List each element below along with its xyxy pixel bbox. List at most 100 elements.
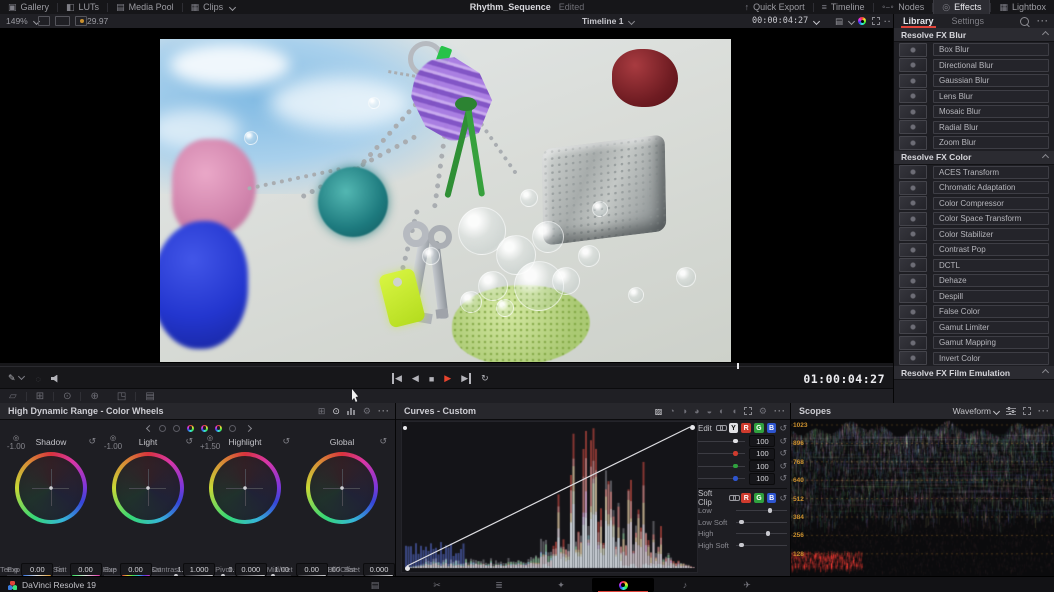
color-viewer-icon[interactable]: [858, 14, 866, 28]
fx-item-invert-color[interactable]: Invert Color: [894, 351, 1054, 367]
curve-hue-sat-icon[interactable]: ◑: [682, 406, 687, 416]
lightbox-button[interactable]: ▦Lightbox: [991, 0, 1054, 14]
softclip-channel-b[interactable]: B: [767, 493, 777, 503]
fx-item-mosaic-blur[interactable]: Mosaic Blur: [894, 104, 1054, 120]
grab-still-icon[interactable]: ◌: [36, 374, 41, 384]
page-media[interactable]: ▤: [344, 578, 406, 592]
timeline-button[interactable]: ≡Timeline: [814, 0, 873, 14]
page-fusion[interactable]: ✦: [530, 578, 592, 592]
pager-dot[interactable]: [201, 425, 208, 432]
curve-graph[interactable]: [401, 421, 698, 573]
link-channels-icon[interactable]: [716, 425, 725, 431]
channel-reset-icon[interactable]: ↺: [779, 461, 787, 472]
collapse-chevron-icon[interactable]: [1042, 31, 1049, 38]
softclip-channel-r[interactable]: R: [741, 493, 751, 503]
page-fairlight[interactable]: ♪: [654, 578, 716, 592]
param-mid-det[interactable]: Mid/Det0.00: [267, 563, 328, 576]
scope-options-icon[interactable]: ···: [1038, 406, 1050, 416]
fx-item-lens-blur[interactable]: Lens Blur: [894, 89, 1054, 105]
curve-sat-lum-icon[interactable]: ◖: [731, 406, 736, 416]
param-temp[interactable]: Temp0.00: [0, 563, 53, 576]
channel-button-r[interactable]: R: [741, 423, 751, 433]
fx-item-gamut-mapping[interactable]: Gamut Mapping: [894, 335, 1054, 351]
curve-hue-hue-icon[interactable]: ◔: [669, 406, 674, 416]
hdr-settings-icon[interactable]: ⚙: [363, 406, 371, 417]
softclip-row-low[interactable]: Low: [698, 505, 787, 517]
keyframe-tool-icon[interactable]: ▤: [145, 391, 154, 402]
softclip-link-icon[interactable]: [729, 495, 738, 501]
viewer-timecode[interactable]: 00:00:04:27: [752, 14, 819, 28]
collapse-chevron-icon[interactable]: [1042, 153, 1049, 160]
picker-tool-icon[interactable]: ⊙: [63, 391, 71, 402]
fx-item-despill[interactable]: Despill: [894, 289, 1054, 305]
curves-settings-icon[interactable]: ⚙: [759, 406, 767, 417]
page-deliver[interactable]: ✈: [716, 578, 778, 592]
channel-value[interactable]: 100: [749, 448, 775, 460]
library-section-header[interactable]: Resolve FX Color: [894, 151, 1054, 165]
pager-dot[interactable]: [215, 425, 222, 432]
loop-button[interactable]: ↻: [481, 373, 489, 384]
curves-options-icon[interactable]: ···: [774, 406, 786, 416]
softclip-channel-g[interactable]: G: [754, 493, 764, 503]
channel-slider-row-y[interactable]: 100↺: [698, 435, 787, 448]
scope-settings-icon[interactable]: [1006, 407, 1016, 415]
fx-item-color-compressor[interactable]: Color Compressor: [894, 196, 1054, 212]
curve-sat-sat-icon[interactable]: ◐: [719, 406, 724, 416]
channel-value[interactable]: 100: [749, 473, 775, 485]
zoom-tool-icon[interactable]: ⊕: [90, 391, 98, 402]
channel-slider-row-b[interactable]: 100↺: [698, 473, 787, 486]
curve-custom-icon[interactable]: ▨: [655, 407, 663, 416]
fx-item-directional-blur[interactable]: Directional Blur: [894, 58, 1054, 74]
clips-button[interactable]: ▦Clips: [183, 0, 244, 14]
effects-button[interactable]: ◎Effects: [933, 0, 990, 14]
go-to-end-button[interactable]: ▶: [461, 373, 471, 384]
fx-item-false-color[interactable]: False Color: [894, 304, 1054, 320]
annotation-pen-icon[interactable]: ✎: [8, 373, 24, 384]
wheel-reset-icon[interactable]: ↺: [185, 436, 193, 447]
channel-button-g[interactable]: G: [754, 423, 764, 433]
softclip-row-low-soft[interactable]: Low Soft: [698, 517, 787, 529]
scope-expand-icon[interactable]: [1023, 407, 1031, 415]
pager-dot[interactable]: [229, 425, 236, 432]
channel-value[interactable]: 100: [749, 460, 775, 472]
param-blk-offset[interactable]: Blk/Offset0.000: [328, 563, 395, 576]
fx-item-dehaze[interactable]: Dehaze: [894, 273, 1054, 289]
channel-button-y[interactable]: Y: [729, 423, 739, 433]
quick-export-button[interactable]: ↑Quick Export: [737, 0, 813, 14]
single-viewer-icon[interactable]: [38, 16, 50, 26]
edit-reset-icon[interactable]: ↺: [779, 423, 787, 434]
step-back-button[interactable]: ◀: [412, 373, 419, 384]
wheel-reset-icon[interactable]: ↺: [88, 436, 96, 447]
color-wheel-highlight[interactable]: [209, 452, 281, 524]
pager-dot[interactable]: [187, 425, 194, 432]
color-wheel-global[interactable]: [306, 452, 378, 524]
page-edit[interactable]: ≣: [468, 578, 530, 592]
library-options-icon[interactable]: ···: [1037, 16, 1049, 26]
fx-item-zoom-blur[interactable]: Zoom Blur: [894, 135, 1054, 151]
expand-viewer-icon[interactable]: [872, 14, 880, 28]
channel-slider-row-r[interactable]: 100↺: [698, 448, 787, 461]
wipe-tool-icon[interactable]: ▱: [9, 391, 17, 402]
fx-item-gamut-limiter[interactable]: Gamut Limiter: [894, 320, 1054, 336]
library-section-header[interactable]: Resolve FX Film Emulation: [894, 366, 1054, 380]
audio-mute-icon[interactable]: [51, 375, 60, 383]
curve-point-low[interactable]: [405, 566, 410, 571]
tab-settings[interactable]: Settings: [943, 14, 994, 28]
page-color[interactable]: [592, 578, 654, 592]
fx-item-color-stabilizer[interactable]: Color Stabilizer: [894, 227, 1054, 243]
zoom-level-dropdown[interactable]: 149%: [6, 14, 39, 28]
fx-item-gaussian-blur[interactable]: Gaussian Blur: [894, 73, 1054, 89]
window-tool-icon[interactable]: ⊞: [36, 391, 44, 402]
fx-item-chromatic-adaptation[interactable]: Chromatic Adaptation: [894, 180, 1054, 196]
channel-slider-row-g[interactable]: 100 ↺: [698, 460, 787, 473]
split-viewer-icon[interactable]: [55, 16, 70, 26]
pager-prev-icon[interactable]: [146, 424, 153, 431]
curve-lum-sat-icon[interactable]: ◒: [707, 406, 712, 416]
fx-item-dctl[interactable]: DCTL: [894, 258, 1054, 274]
timeline-selector[interactable]: Timeline 1: [582, 14, 634, 28]
pager-dot[interactable]: [173, 425, 180, 432]
softclip-row-high-soft[interactable]: High Soft: [698, 540, 787, 552]
fx-item-aces-transform[interactable]: ACES Transform: [894, 165, 1054, 181]
go-to-start-button[interactable]: ◀: [392, 373, 402, 384]
stop-button[interactable]: ■: [429, 374, 434, 384]
